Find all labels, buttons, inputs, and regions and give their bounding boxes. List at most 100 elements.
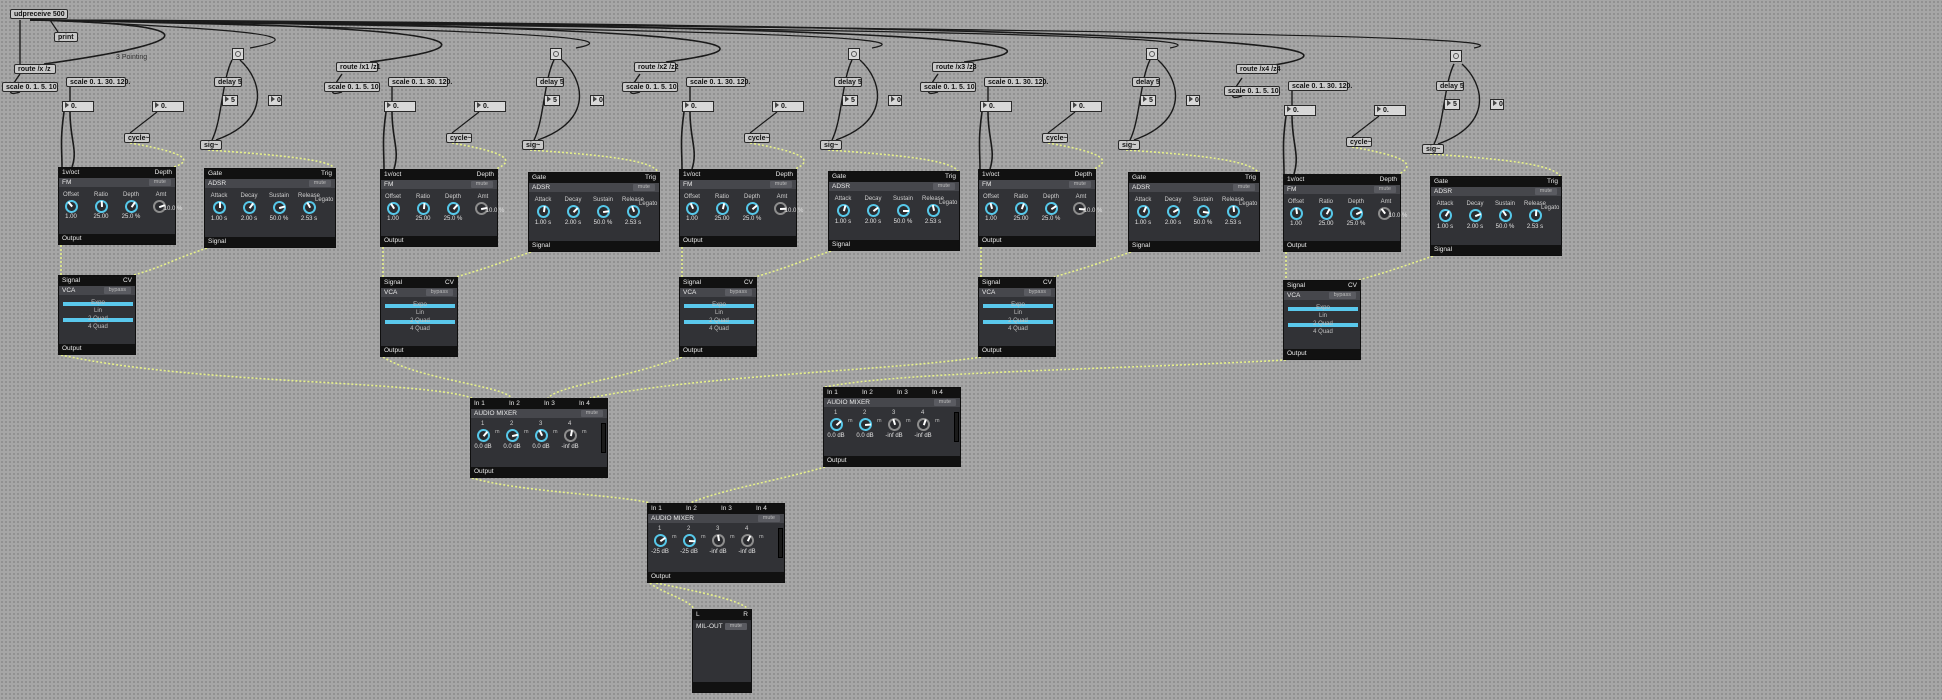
knob-control[interactable] — [1134, 202, 1153, 221]
vca-option[interactable]: 4 Quad — [63, 324, 133, 330]
scale-object[interactable]: scale 0. 1. 5. 10. — [920, 82, 977, 92]
vca-option[interactable]: 2 Quad — [63, 316, 133, 322]
mute-button[interactable]: mute — [148, 179, 171, 186]
vca-option[interactable]: 4 Quad — [684, 326, 754, 332]
vca-option[interactable]: Lin — [684, 310, 754, 316]
mute-button[interactable]: bypass — [1328, 292, 1356, 299]
vca-option[interactable]: 2 Quad — [983, 318, 1053, 324]
delay-object[interactable]: delay 5 — [536, 77, 564, 87]
knob-control[interactable] — [710, 532, 727, 549]
int-number-box[interactable]: 0 — [268, 95, 282, 106]
vca-option[interactable]: Expo — [1288, 305, 1358, 311]
scale-object[interactable]: scale 0. 1. 5. 10. — [1224, 86, 1281, 96]
float-number-box[interactable]: 0. — [1284, 105, 1316, 116]
knob-control[interactable] — [915, 416, 932, 433]
mute-button[interactable]: mute — [933, 399, 956, 406]
mixer-mute-mark[interactable]: m — [935, 418, 940, 424]
mute-button[interactable]: bypass — [724, 289, 752, 296]
knob-control[interactable] — [240, 198, 259, 217]
float-number-box[interactable]: 0. — [474, 101, 506, 112]
knob-control[interactable] — [897, 204, 910, 217]
int-number-box[interactable]: 5 — [1444, 99, 1460, 110]
vca-option[interactable]: Lin — [63, 308, 133, 314]
legato-toggle[interactable]: Legato — [1541, 205, 1559, 211]
scale-object[interactable]: scale 0. 1. 30. 120. — [984, 77, 1048, 87]
cycle-object[interactable]: cycle~ — [446, 133, 472, 143]
vca-option[interactable]: Lin — [385, 310, 455, 316]
cycle-object[interactable]: cycle~ — [744, 133, 770, 143]
mute-button[interactable]: mute — [932, 183, 955, 190]
int-number-box[interactable]: 5 — [1140, 95, 1156, 106]
mute-button[interactable]: mute — [1373, 186, 1396, 193]
knob-control[interactable] — [835, 202, 852, 219]
float-number-box[interactable]: 0. — [62, 101, 94, 112]
mute-button[interactable]: mute — [757, 515, 780, 522]
vca-option[interactable]: 2 Quad — [1288, 321, 1358, 327]
int-number-box[interactable]: 5 — [222, 95, 238, 106]
mixer-mute-mark[interactable]: m — [553, 429, 558, 435]
delay-object[interactable]: delay 5 — [214, 77, 242, 87]
vca-option[interactable]: 2 Quad — [385, 318, 455, 324]
vca-option[interactable]: Expo — [983, 302, 1053, 308]
knob-control[interactable] — [532, 426, 551, 445]
mixer-mute-mark[interactable]: m — [906, 418, 911, 424]
vca-option[interactable]: 2 Quad — [684, 318, 754, 324]
print-object[interactable]: print — [54, 32, 78, 42]
mute-button[interactable]: mute — [769, 181, 792, 188]
delay-object[interactable]: delay 5 — [834, 77, 862, 87]
float-number-box[interactable]: 0. — [980, 101, 1012, 112]
knob-control[interactable] — [1196, 204, 1211, 219]
knob-control[interactable] — [384, 199, 403, 218]
int-number-box[interactable]: 5 — [544, 95, 560, 106]
knob-control[interactable] — [1042, 199, 1061, 218]
int-number-box[interactable]: 0 — [888, 95, 902, 106]
float-number-box[interactable]: 0. — [1070, 101, 1102, 112]
knob-control[interactable] — [743, 199, 762, 218]
knob-control[interactable] — [1467, 207, 1484, 224]
knob-control[interactable] — [1164, 202, 1183, 221]
mute-button[interactable]: mute — [580, 410, 603, 417]
scale-object[interactable]: scale 0. 1. 30. 120. — [686, 77, 750, 87]
sig-object[interactable]: sig~ — [522, 140, 544, 150]
mute-button[interactable]: mute — [724, 623, 747, 630]
sig-object[interactable]: sig~ — [200, 140, 222, 150]
cycle-object[interactable]: cycle~ — [1346, 137, 1372, 147]
vca-option[interactable]: Expo — [385, 302, 455, 308]
vca-option[interactable]: 4 Quad — [983, 326, 1053, 332]
mixer-mute-mark[interactable]: m — [672, 534, 677, 540]
knob-control[interactable] — [1289, 206, 1304, 221]
knob-control[interactable] — [714, 200, 731, 217]
knob-control[interactable] — [858, 417, 873, 432]
knob-control[interactable] — [504, 427, 521, 444]
knob-control[interactable] — [1013, 200, 1030, 217]
knob-control[interactable] — [738, 531, 757, 550]
vca-option[interactable]: Lin — [983, 310, 1053, 316]
scale-object[interactable]: scale 0. 1. 30. 120. — [66, 77, 130, 87]
knob-control[interactable] — [886, 416, 903, 433]
knob-control[interactable] — [62, 197, 81, 216]
bang-button[interactable] — [1146, 48, 1158, 60]
vca-option[interactable]: Lin — [1288, 313, 1358, 319]
route-object[interactable]: route /x /z — [14, 64, 56, 74]
knob-control[interactable] — [1496, 206, 1515, 225]
mute-button[interactable]: mute — [632, 184, 655, 191]
scale-object[interactable]: scale 0. 1. 5. 10. — [622, 82, 679, 92]
vca-option[interactable]: 4 Quad — [385, 326, 455, 332]
mixer-mute-mark[interactable]: m — [524, 429, 529, 435]
sig-object[interactable]: sig~ — [820, 140, 842, 150]
knob-control[interactable] — [562, 427, 579, 444]
knob-control[interactable] — [651, 531, 670, 550]
udpreceive-object[interactable]: udpreceive 500 — [10, 9, 68, 19]
legato-toggle[interactable]: Legato — [939, 200, 957, 206]
bang-button[interactable] — [550, 48, 562, 60]
vca-option[interactable]: Expo — [684, 302, 754, 308]
knob-control[interactable] — [474, 426, 493, 445]
knob-control[interactable] — [444, 199, 463, 218]
legato-toggle[interactable]: Legato — [1239, 201, 1257, 207]
bang-button[interactable] — [848, 48, 860, 60]
mixer-mute-mark[interactable]: m — [877, 418, 882, 424]
sig-object[interactable]: sig~ — [1422, 144, 1444, 154]
mixer-mute-mark[interactable]: m — [730, 534, 735, 540]
scale-object[interactable]: scale 0. 1. 5. 10. — [324, 82, 381, 92]
cycle-object[interactable]: cycle~ — [1042, 133, 1068, 143]
